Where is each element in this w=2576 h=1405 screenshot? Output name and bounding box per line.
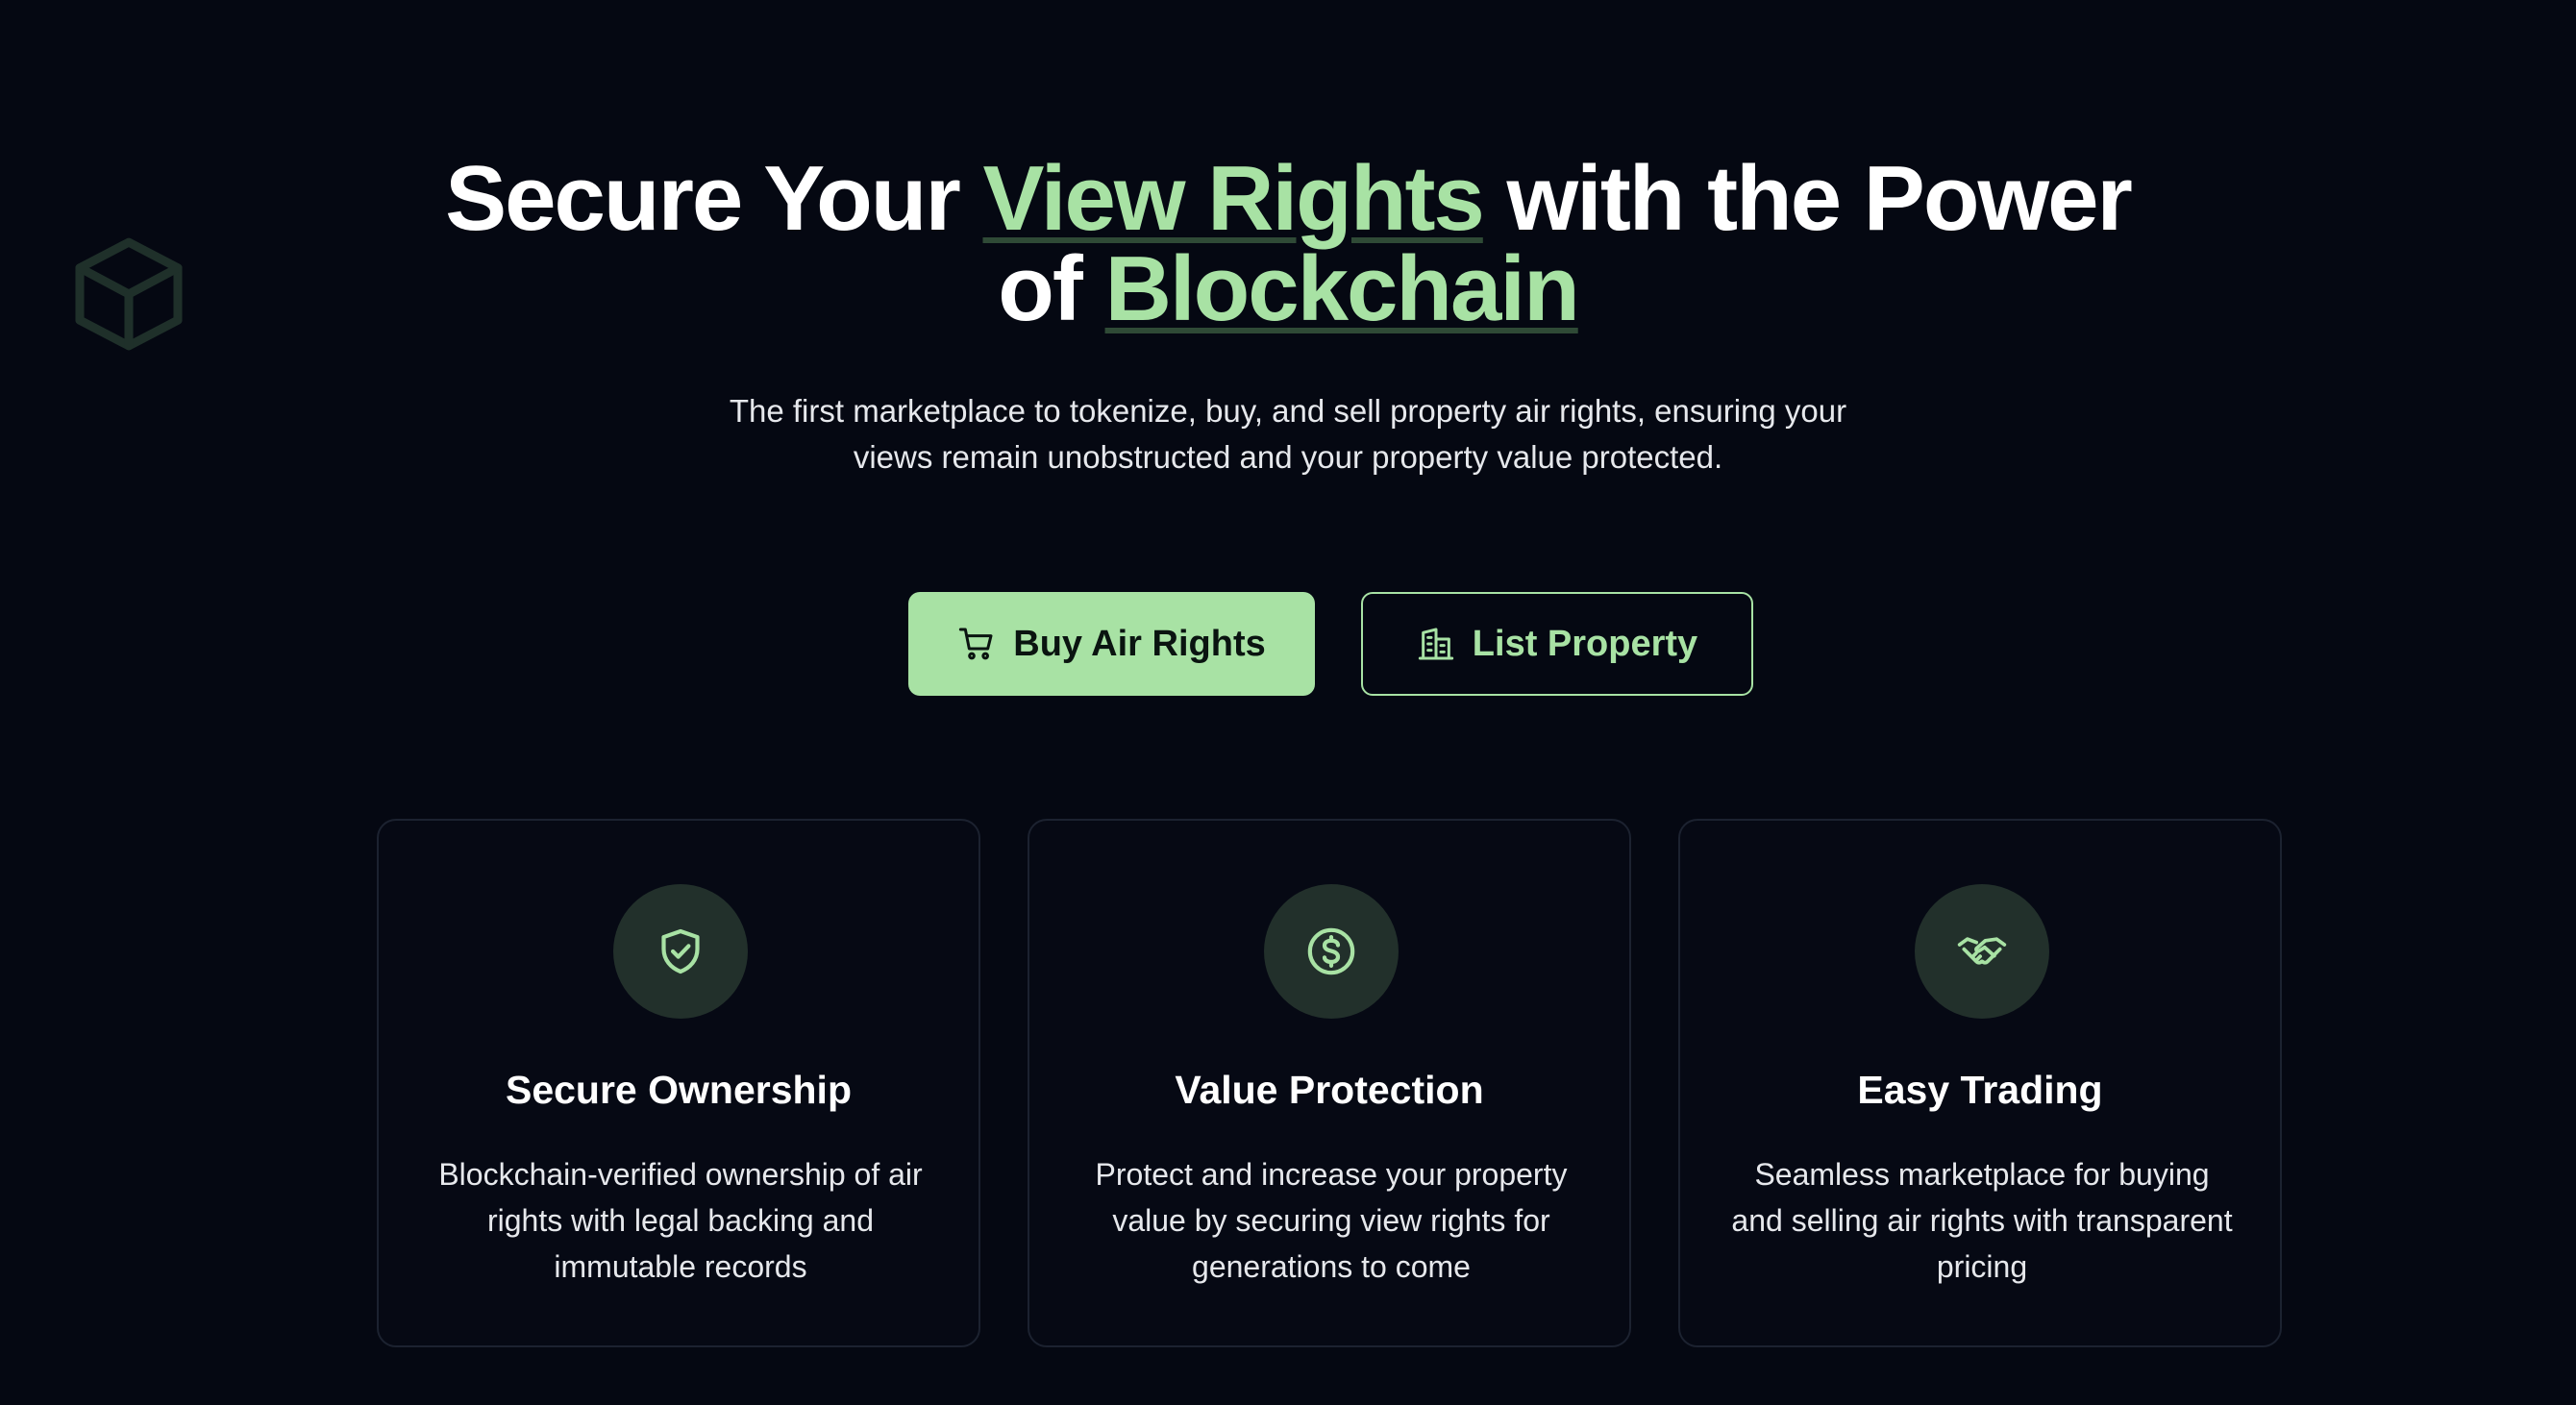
shield-check-icon xyxy=(661,928,700,974)
features-section: Secure Ownership Blockchain-verified own… xyxy=(0,819,2576,1347)
hero-title-text: of xyxy=(998,237,1105,340)
hero-title-text: with the Power xyxy=(1482,147,2132,250)
list-property-label: List Property xyxy=(1472,623,1698,664)
feature-description: Seamless marketplace for buying and sell… xyxy=(1731,1157,2233,1284)
feature-description: Protect and increase your property value… xyxy=(1095,1157,1568,1284)
handshake-icon xyxy=(1957,937,2007,965)
hero-title-line-1: Secure Your View Rights with the Power xyxy=(0,153,2576,245)
hero-title-accent-blockchain: Blockchain xyxy=(1104,237,1580,340)
buy-air-rights-label: Buy Air Rights xyxy=(1013,623,1266,664)
buy-air-rights-button[interactable]: Buy Air Rights xyxy=(908,592,1315,696)
hero-title-text: Secure Your xyxy=(445,147,983,250)
feature-card-secure-ownership: Secure Ownership Blockchain-verified own… xyxy=(377,819,980,1347)
building-icon xyxy=(1418,628,1453,660)
hero-page: Secure Your View Rights with the Power o… xyxy=(0,0,2576,1405)
feature-title: Easy Trading xyxy=(1857,1068,2103,1112)
feature-description: Blockchain-verified ownership of air rig… xyxy=(438,1157,923,1284)
feature-icon-circle xyxy=(1915,884,2049,1019)
feature-card-value-protection: Value Protection Protect and increase yo… xyxy=(1028,819,1631,1347)
feature-card-easy-trading: Easy Trading Seamless marketplace for bu… xyxy=(1678,819,2282,1347)
hero-title-line-2: of Blockchain xyxy=(0,243,2576,335)
feature-icon-circle xyxy=(613,884,748,1019)
hero-subtitle: The first marketplace to tokenize, buy, … xyxy=(729,393,1847,475)
list-property-button[interactable]: List Property xyxy=(1361,592,1753,696)
feature-title: Value Protection xyxy=(1175,1068,1484,1112)
feature-icon-circle xyxy=(1264,884,1399,1019)
hero-title-accent-view-rights: View Rights xyxy=(982,147,1484,250)
dollar-circle-icon xyxy=(1307,927,1355,975)
hero-title: Secure Your View Rights with the Power o… xyxy=(0,153,2576,335)
shopping-cart-icon xyxy=(959,628,993,660)
feature-title: Secure Ownership xyxy=(505,1068,852,1112)
